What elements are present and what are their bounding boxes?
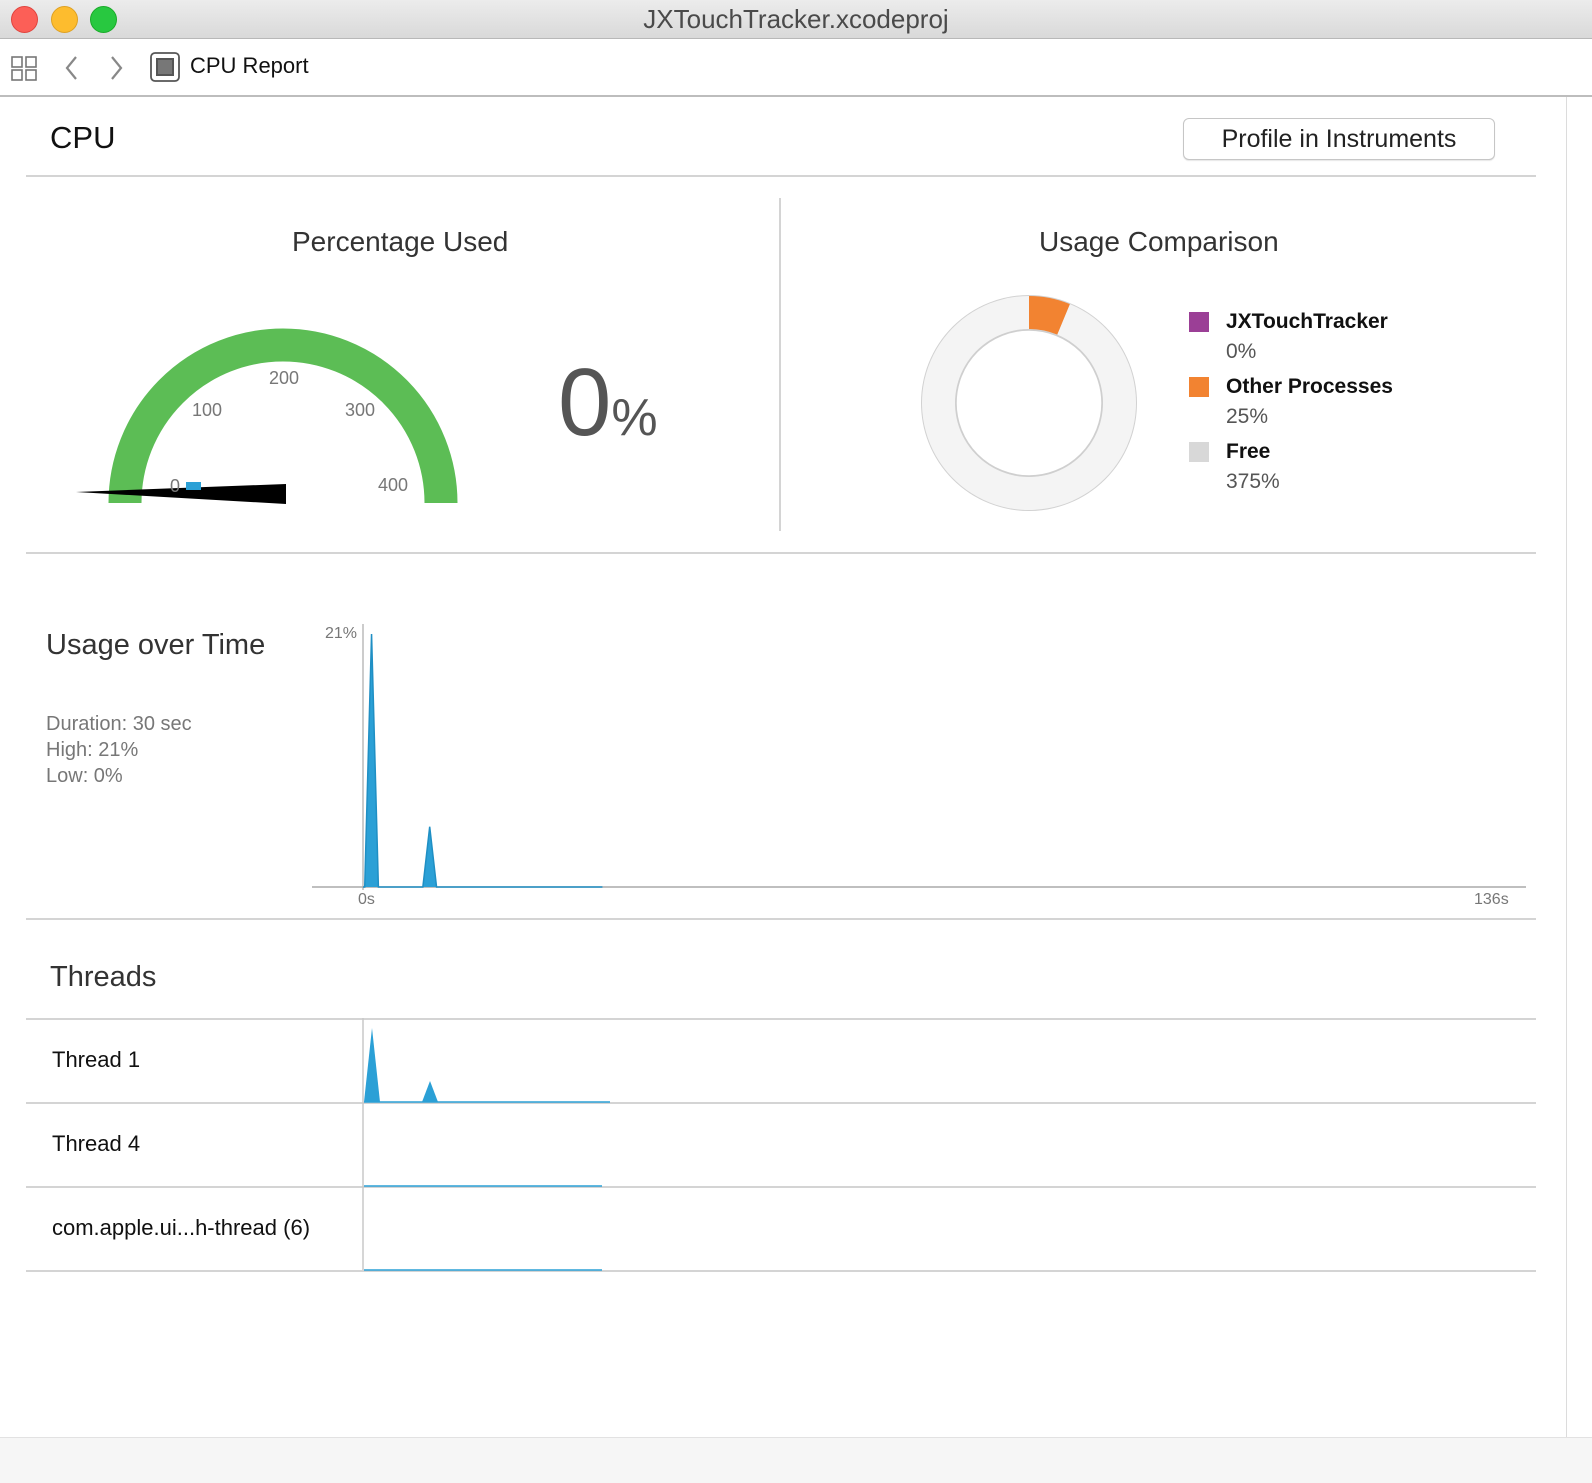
usage-line bbox=[363, 633, 603, 888]
usage-comparison-donut bbox=[921, 295, 1137, 511]
profile-in-instruments-button[interactable]: Profile in Instruments bbox=[1183, 118, 1495, 160]
legend-swatch-free bbox=[1189, 442, 1209, 462]
percentage-number: 0 bbox=[558, 349, 612, 456]
legend-swatch-jxtouchtracker bbox=[1189, 312, 1209, 332]
page-title: CPU bbox=[50, 120, 116, 155]
panel-divider bbox=[779, 198, 781, 531]
gauge-tick-0: 0 bbox=[170, 476, 180, 496]
percentage-used-value: 0% bbox=[558, 348, 658, 458]
legend-swatch-other-processes bbox=[1189, 377, 1209, 397]
percentage-used-title: Percentage Used bbox=[292, 226, 509, 257]
legend-name-other-processes: Other Processes bbox=[1226, 375, 1393, 398]
gauge-tick-100: 100 bbox=[192, 400, 222, 420]
gauges-divider bbox=[26, 552, 1536, 554]
threads-title: Threads bbox=[50, 961, 157, 993]
related-items-grid-icon[interactable] bbox=[10, 55, 40, 83]
donut-hole bbox=[955, 329, 1103, 477]
bottom-bar bbox=[0, 1437, 1592, 1483]
legend-value-other-processes: 25% bbox=[1226, 405, 1269, 428]
legend-name-free: Free bbox=[1226, 440, 1271, 463]
forward-chevron-icon[interactable] bbox=[106, 54, 126, 82]
usage-over-time-chart bbox=[312, 624, 1526, 890]
gauge-needle bbox=[76, 484, 286, 504]
back-chevron-icon[interactable] bbox=[62, 54, 82, 82]
window-titlebar: JXTouchTracker.xcodeproj bbox=[0, 0, 1592, 39]
gauge-tick-400: 400 bbox=[378, 475, 408, 495]
thread-1-spike bbox=[364, 1028, 380, 1102]
legend-value-free: 375% bbox=[1226, 470, 1280, 493]
gauge-tick-300: 300 bbox=[345, 400, 375, 420]
legend-value-jxtouchtracker: 0% bbox=[1226, 340, 1257, 363]
breadcrumb-cpu-report[interactable]: CPU Report bbox=[190, 53, 309, 79]
x-axis-start-label: 0s bbox=[358, 891, 375, 908]
y-axis-max-label: 21% bbox=[325, 625, 358, 642]
header-divider bbox=[26, 175, 1536, 177]
legend-name-jxtouchtracker: JXTouchTracker bbox=[1226, 310, 1388, 333]
usage-area bbox=[363, 634, 603, 887]
x-axis-end-label: 136s bbox=[1474, 891, 1509, 908]
window-title: JXTouchTracker.xcodeproj bbox=[643, 4, 949, 34]
percentage-unit: % bbox=[611, 389, 658, 447]
gauge-value-marker bbox=[186, 482, 201, 490]
gauge-tick-200: 200 bbox=[269, 368, 299, 388]
usage-divider bbox=[26, 918, 1536, 920]
usage-comparison-title: Usage Comparison bbox=[1039, 226, 1279, 257]
thread-1-spike bbox=[422, 1081, 438, 1102]
cpu-chip-icon bbox=[150, 52, 180, 82]
jump-bar: CPU Report bbox=[0, 39, 1592, 97]
thread-activity-graphs bbox=[362, 1018, 610, 1271]
cpu-gauge: 0 100 200 300 400 bbox=[76, 328, 458, 504]
